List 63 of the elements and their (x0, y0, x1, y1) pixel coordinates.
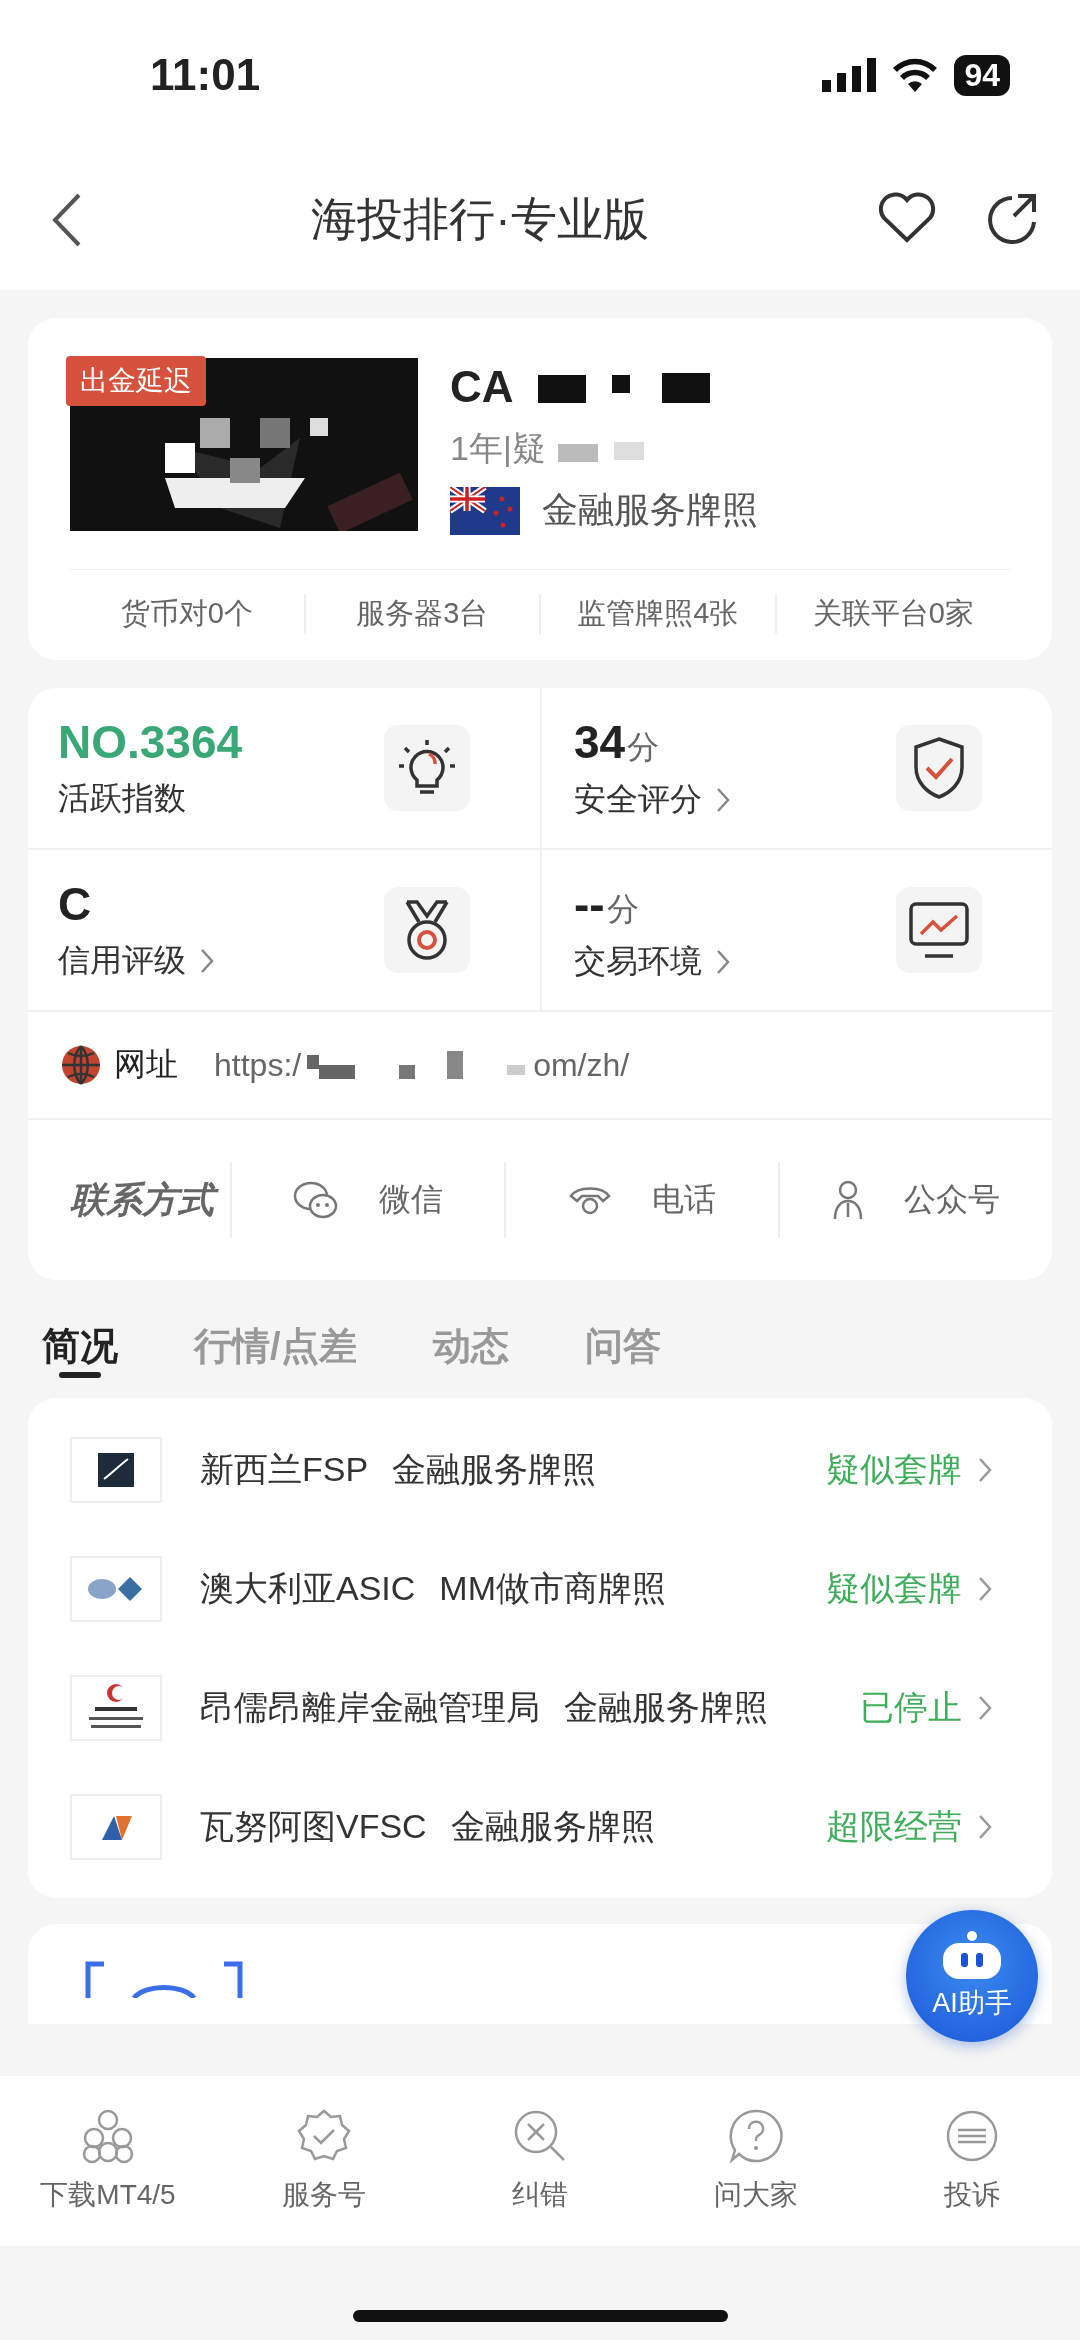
globe-icon (60, 1044, 102, 1086)
contact-label: 联系方式 (70, 1175, 230, 1225)
chevron-icon (978, 1813, 992, 1840)
score-unit: 分 (606, 889, 639, 929)
contact-button[interactable]: 公众号 (778, 1162, 1052, 1238)
monitor-chart-icon (907, 900, 971, 960)
heart-icon[interactable] (878, 192, 936, 244)
chevron-icon (716, 786, 730, 813)
person-icon (832, 1179, 864, 1221)
license-type: MM做市商牌照 (439, 1567, 666, 1609)
stat-item[interactable]: 监管牌照4张 (539, 594, 775, 634)
score-value: C (58, 877, 92, 931)
clock-time: 11:01 (150, 50, 261, 100)
regulator-name: 昂儒昂離岸金融管理局 (200, 1686, 540, 1728)
regulator-name: 新西兰FSP (200, 1448, 369, 1490)
chevron-icon (716, 948, 730, 975)
ai-assistant-button[interactable]: AI助手 (906, 1910, 1038, 2042)
website-label: 网址 (114, 1045, 178, 1084)
license-type: 金融服务牌照 (564, 1686, 768, 1728)
back-icon[interactable] (52, 193, 82, 247)
regulator-name: 澳大利亚ASIC (200, 1567, 416, 1609)
nav-item[interactable]: 下载MT4/5 (0, 2107, 216, 2215)
stat-item[interactable]: 关联平台0家 (774, 594, 1010, 634)
stat-item[interactable]: 货币对0个 (70, 594, 304, 634)
stat-item[interactable]: 服务器3台 (303, 594, 539, 634)
broker-name: CA (450, 362, 514, 412)
nav-item[interactable]: 问大家 (648, 2107, 864, 2215)
score-link[interactable]: 信用评级 (58, 939, 214, 983)
circles-icon (80, 2108, 136, 2164)
section-tab[interactable]: 简况 (42, 1314, 118, 1378)
question-bubble-icon (728, 2108, 784, 2164)
chat-bubbles-icon (293, 1180, 339, 1220)
new-zealand-flag-icon (450, 486, 520, 535)
website-url[interactable]: https:/ (214, 1046, 302, 1084)
page-title: 海投排行·专业版 (311, 192, 649, 247)
nav-item[interactable]: 投诉 (864, 2107, 1080, 2215)
nav-item[interactable]: 纠错 (432, 2107, 648, 2215)
signal-icon (822, 58, 877, 92)
license-type: 金融服务牌照 (450, 1805, 655, 1847)
score-link[interactable]: 安全评分 (574, 777, 730, 822)
score-unit: 分 (627, 727, 660, 767)
phone-icon (568, 1184, 612, 1216)
license-label: 金融服务牌照 (542, 488, 758, 532)
nav-item[interactable]: 服务号 (216, 2107, 432, 2215)
battery-level: 94 (954, 54, 1010, 96)
shield-check-icon (911, 736, 967, 800)
wifi-icon (892, 58, 939, 92)
license-type: 金融服务牌照 (392, 1448, 597, 1490)
contact-button[interactable]: 电话 (504, 1162, 778, 1238)
broker-meta: 1年|疑 (450, 428, 546, 469)
chevron-icon (978, 1694, 992, 1721)
chevron-icon (978, 1456, 992, 1483)
contact-button[interactable]: 微信 (230, 1162, 504, 1238)
chevron-icon (200, 948, 214, 974)
website-url[interactable]: om/zh/ (533, 1046, 630, 1084)
score-value: -- (574, 876, 605, 931)
withdrawal-delay-tag: 出金延迟 (66, 356, 206, 406)
score-value: NO.3364 (58, 715, 243, 769)
regulator-name: 瓦努阿图VFSC (200, 1805, 427, 1847)
score-label: 活跃指数 (58, 779, 186, 818)
score-link[interactable]: 交易环境 (574, 939, 730, 984)
chevron-icon (978, 1575, 992, 1602)
score-value: 34 (574, 714, 626, 769)
